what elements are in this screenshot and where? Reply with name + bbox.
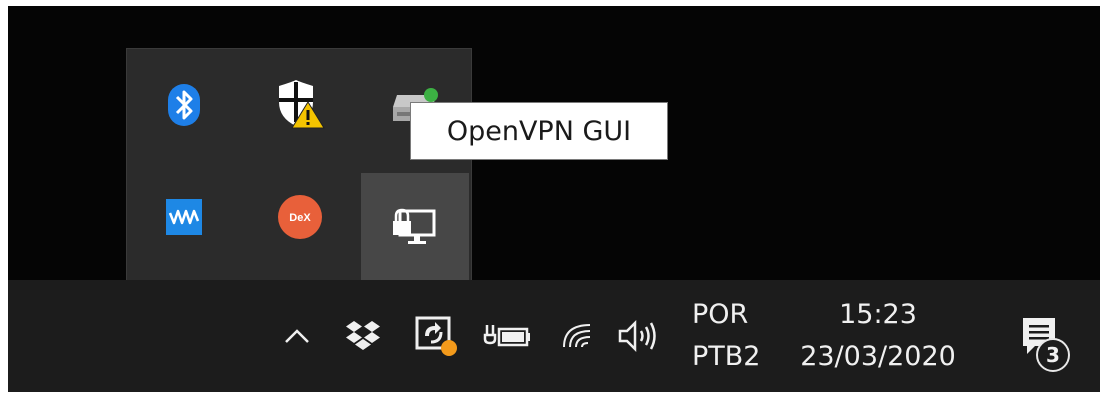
show-hidden-icons-button[interactable] xyxy=(274,280,320,392)
desktop-frame: DeX OpenVPN GUI POR PTB2 15:23 23/03/202… xyxy=(8,6,1100,392)
language-code: POR xyxy=(692,299,749,330)
keyboard-layout: PTB2 xyxy=(692,341,761,372)
tray-dropbox[interactable] xyxy=(338,280,388,392)
clock-time: 15:23 xyxy=(839,299,917,330)
input-language-indicator[interactable]: POR PTB2 xyxy=(688,294,768,378)
tray-item-bluetooth[interactable] xyxy=(129,51,239,159)
clock[interactable]: 15:23 23/03/2020 xyxy=(788,294,968,378)
dropbox-icon xyxy=(346,321,380,350)
sync-status-icon xyxy=(415,316,457,356)
dex-icon: DeX xyxy=(278,195,322,239)
tray-overflow-flyout: DeX xyxy=(126,48,472,284)
clock-date: 23/03/2020 xyxy=(800,341,956,372)
chevron-up-icon xyxy=(285,329,309,343)
action-center-button[interactable] xyxy=(1004,280,1074,392)
waves-icon xyxy=(166,199,202,235)
bluetooth-icon xyxy=(168,84,200,126)
tray-sync-status[interactable] xyxy=(408,280,464,392)
openvpn-monitor-lock-icon xyxy=(393,208,436,244)
tray-item-dex[interactable]: DeX xyxy=(245,163,355,271)
tray-battery[interactable] xyxy=(480,280,536,392)
taskbar: POR PTB2 15:23 23/03/2020 3 xyxy=(8,280,1100,392)
tray-wifi[interactable] xyxy=(554,280,600,392)
wifi-icon xyxy=(563,324,591,348)
tray-volume[interactable] xyxy=(612,280,666,392)
volume-icon xyxy=(618,319,656,353)
tray-item-openvpn[interactable] xyxy=(361,173,469,281)
svg-text:DeX: DeX xyxy=(289,212,311,224)
windows-security-warning-icon xyxy=(279,80,325,129)
notification-count-badge: 3 xyxy=(1036,338,1070,372)
tray-item-waves[interactable] xyxy=(129,163,239,271)
tray-item-windows-security[interactable] xyxy=(245,51,355,159)
tooltip-openvpn: OpenVPN GUI xyxy=(410,102,668,160)
battery-icon xyxy=(483,325,530,347)
